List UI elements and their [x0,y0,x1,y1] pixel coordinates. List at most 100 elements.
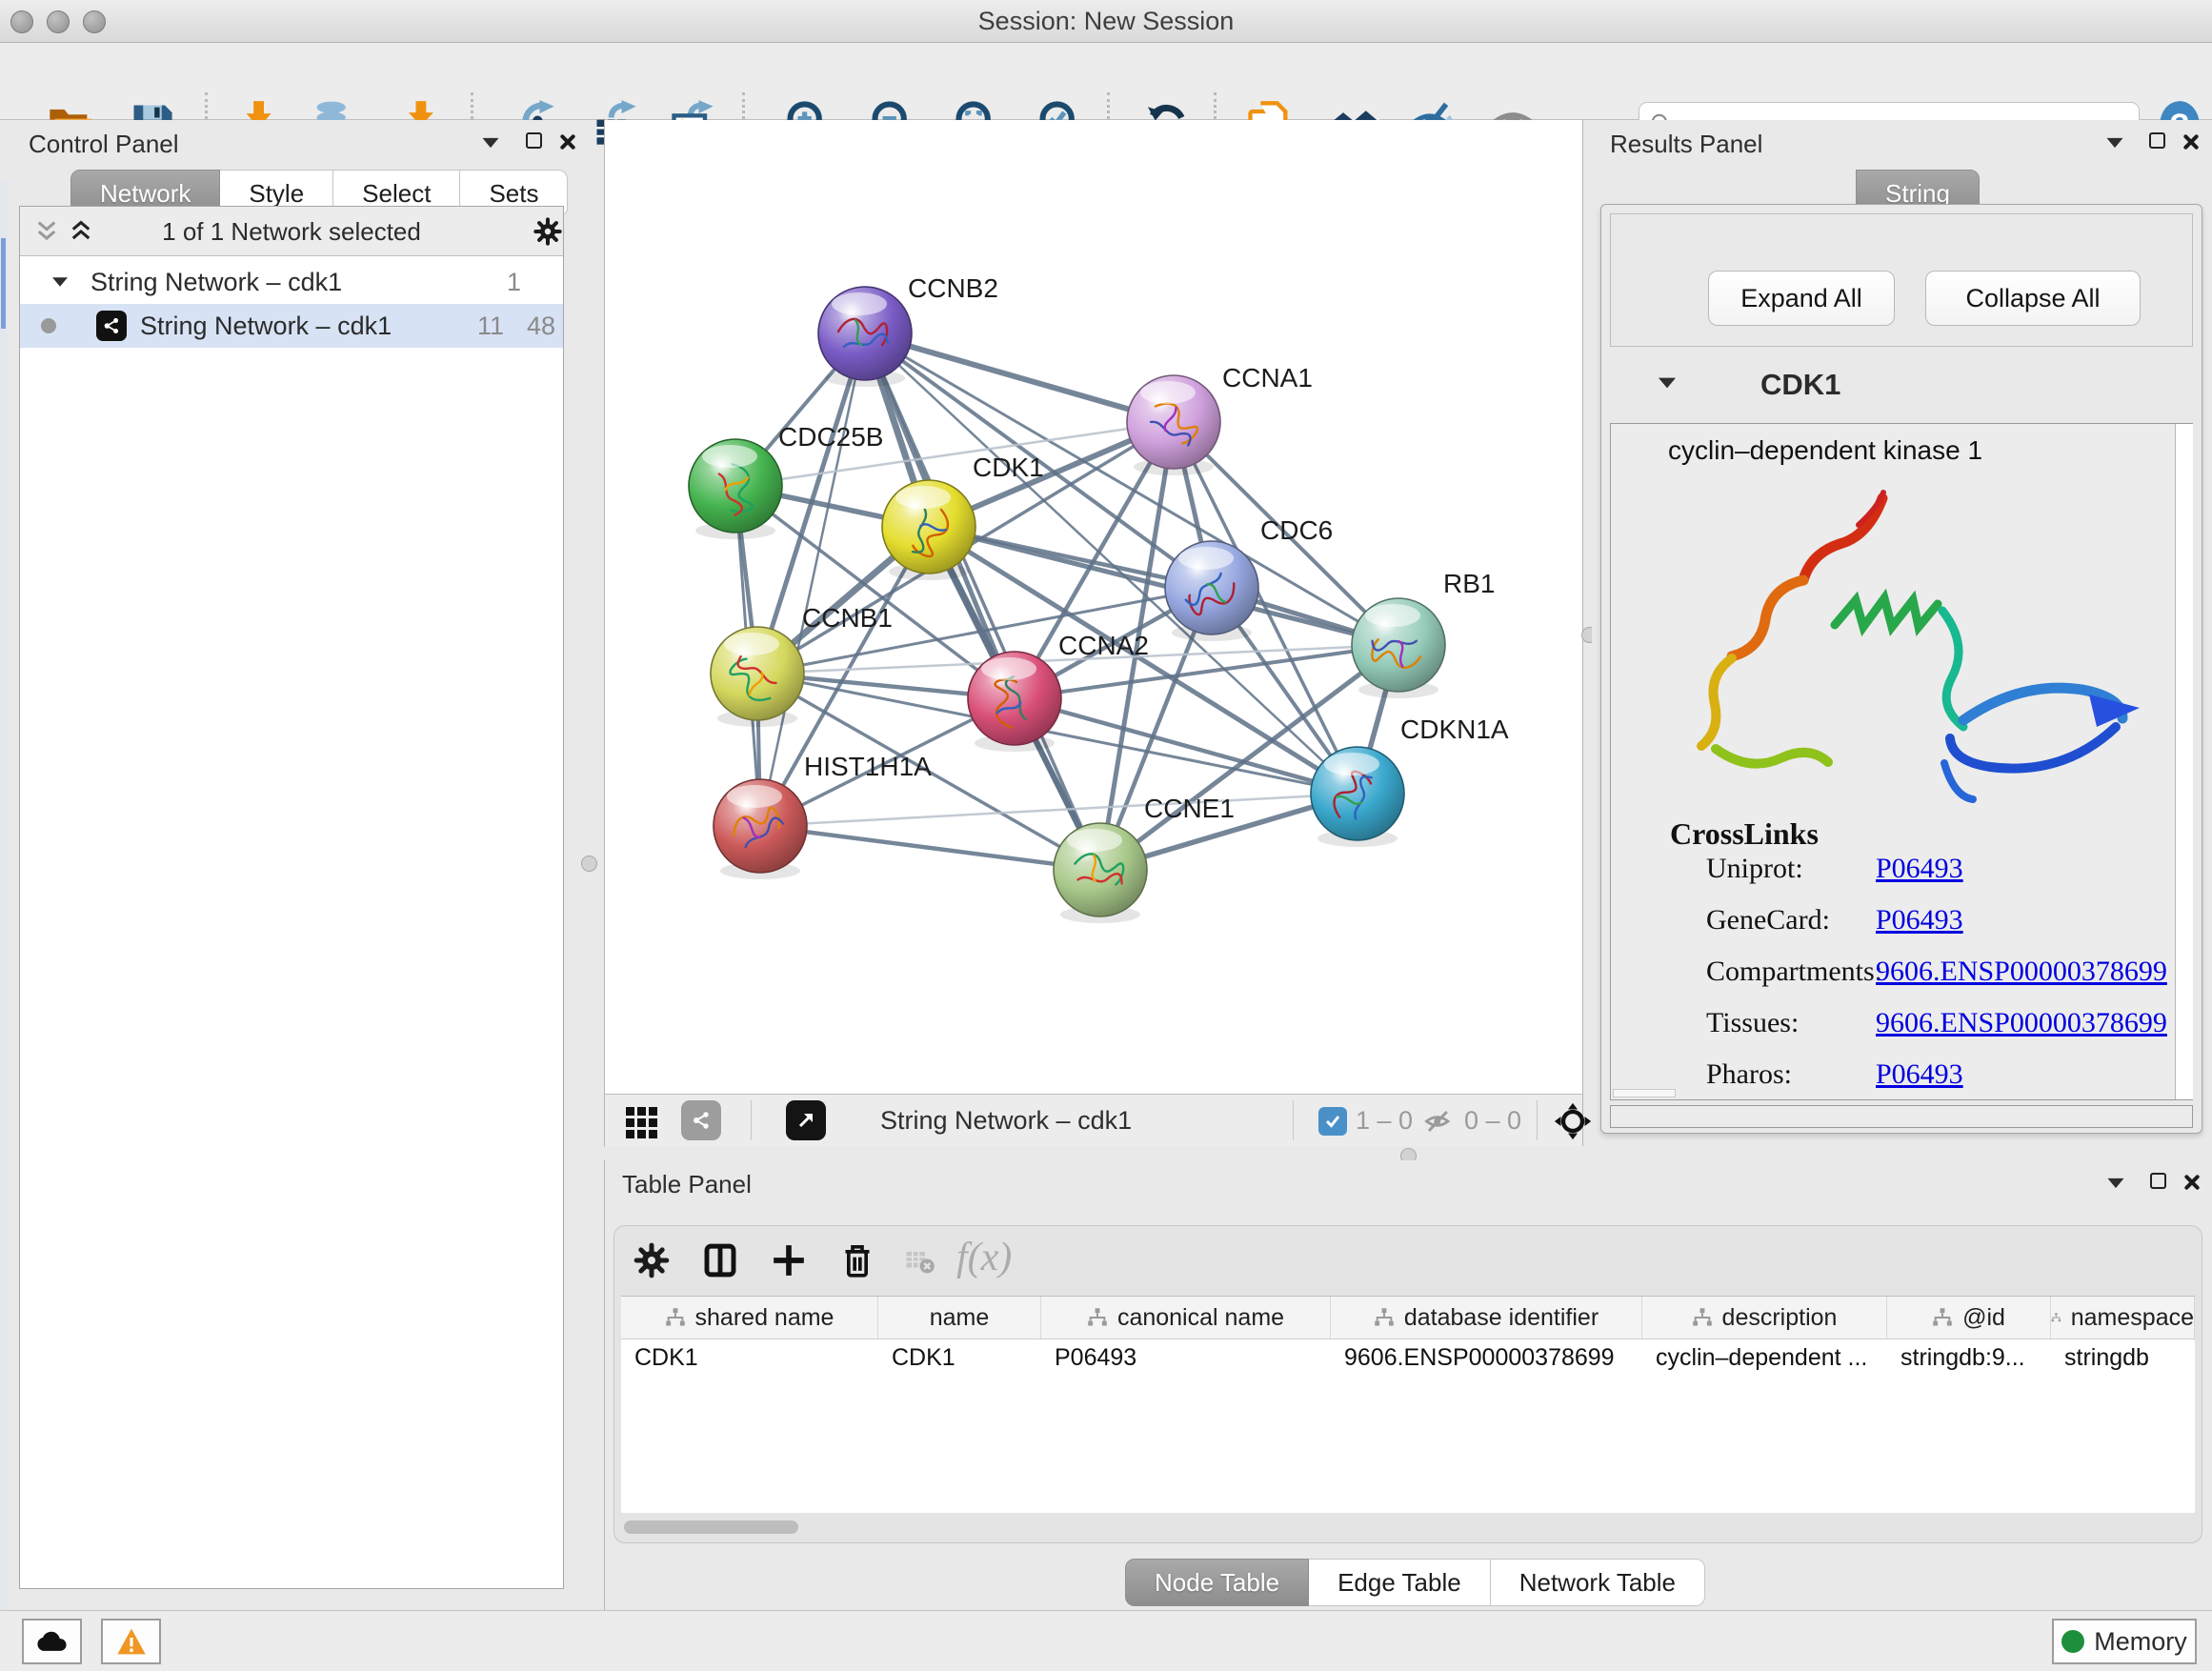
hidden-count: 0 – 0 [1464,1106,1521,1136]
crosslink-link[interactable]: P06493 [1876,853,1963,885]
node-HIST1H1A[interactable] [714,779,807,873]
table-panel-title: Table Panel [622,1170,752,1199]
delete-column-icon[interactable] [834,1237,881,1284]
crosslink-row: GeneCard:P06493 [1611,904,2194,944]
node-CDK1[interactable] [882,480,975,574]
memory-label: Memory [2094,1627,2187,1657]
results-panel-float-icon[interactable] [2107,138,2123,148]
node-CCNE1[interactable] [1054,823,1147,916]
separator [751,1100,752,1140]
table-panel-float-icon[interactable] [2108,1178,2124,1188]
hidden-eye-slash-icon[interactable] [1422,1107,1455,1140]
show-columns-icon[interactable] [696,1237,744,1284]
warnings-button[interactable] [101,1619,161,1664]
gear-icon[interactable] [533,216,563,247]
selected-checkbox[interactable] [1318,1107,1347,1136]
node-RB1[interactable] [1352,598,1445,692]
table-cell[interactable]: CDK1 [878,1339,1041,1376]
table-cell[interactable]: P06493 [1041,1339,1331,1376]
table-data-row[interactable]: CDK1CDK1P064939606.ENSP00000378699cyclin… [621,1339,2195,1376]
gene-expander-icon[interactable] [1659,378,1676,389]
grid-view-icon[interactable] [626,1107,657,1138]
crosslinks-title: CrossLinks [1670,816,1819,852]
crosslink-link[interactable]: P06493 [1876,904,1963,936]
window-status-bar: Memory [0,1610,2212,1671]
collapse-all-button[interactable]: Collapse All [1925,271,2141,326]
node-label-CCNE1: CCNE1 [1144,794,1235,823]
protein-structure-image [1659,477,2163,820]
node-CDC25B[interactable] [689,439,782,533]
window-title: Session: New Session [0,7,2212,36]
column-header-canonical-name[interactable]: canonical name [1041,1297,1331,1339]
control-panel: Control Panel NetworkStyleSelectSets 1 o… [8,120,572,1610]
results-panel-close-icon[interactable] [2182,133,2199,151]
column-header-name[interactable]: name [878,1297,1041,1339]
birds-eye-crosshair-icon[interactable] [1554,1102,1592,1145]
minimized-panel-strip [0,181,8,1610]
column-header-database-identifier[interactable]: database identifier [1331,1297,1642,1339]
node-label-RB1: RB1 [1443,569,1495,598]
control-panel-maximize-icon[interactable] [526,132,542,149]
table-cell[interactable]: CDK1 [621,1339,878,1376]
node-CCNB1[interactable] [711,627,804,720]
tab-network-table[interactable]: Network Table [1491,1559,1705,1606]
memory-button[interactable]: Memory [2052,1619,2197,1664]
tab-node-table[interactable]: Node Table [1125,1559,1309,1606]
node-label-CCNB1: CCNB1 [802,603,893,633]
add-column-icon[interactable] [765,1237,813,1284]
collection-label: String Network – cdk1 [90,268,342,297]
tab-edge-table[interactable]: Edge Table [1309,1559,1491,1606]
scroll-thumb[interactable] [624,1520,798,1534]
gene-section-header[interactable]: CDK1 [1610,354,2193,419]
open-in-window-icon[interactable] [786,1100,826,1140]
edge-CCNB2-CCNE1[interactable] [865,333,1100,870]
node-label-CCNB2: CCNB2 [908,273,998,303]
column-header-label: namespace [2071,1304,2194,1332]
crosslinks-list: Uniprot:P06493GeneCard:P06493Compartment… [1611,853,2194,1091]
column-header-namespace[interactable]: namespace [2051,1297,2195,1339]
edge-HIST1H1A-CCNE1[interactable] [760,826,1100,870]
crosslink-link[interactable]: 9606.ENSP00000378699 [1876,1007,2167,1039]
collection-expander-icon[interactable] [52,277,68,287]
cloud-button[interactable] [22,1619,82,1664]
node-label-HIST1H1A: HIST1H1A [804,752,932,781]
crosslink-row: Tissues: 9606.ENSP00000378699 [1611,1007,2194,1047]
node-CCNA1[interactable] [1127,375,1220,469]
node-CCNB2[interactable] [818,287,912,380]
results-vertical-scrollbar[interactable] [2175,424,2193,1099]
network-collection-row[interactable]: String Network – cdk1 1 [20,260,563,304]
control-panel-close-icon[interactable] [558,133,575,151]
network-share-icon[interactable] [681,1100,721,1140]
results-horizontal-scroll-thumb[interactable] [1613,1089,1676,1097]
table-cell[interactable]: stringdb:9... [1887,1339,2051,1376]
node-CCNA2[interactable] [968,652,1061,745]
table-horizontal-scrollbar[interactable] [621,1517,2195,1538]
table-gear-icon[interactable] [628,1237,675,1284]
crosslink-row: Uniprot: P06493 [1611,853,2194,893]
network-edge-count: 48 [517,312,555,341]
crosslink-label: Tissues: [1706,1007,1799,1039]
column-header-shared-name[interactable]: shared name [621,1297,878,1339]
table-cell[interactable]: 9606.ENSP00000378699 [1331,1339,1642,1376]
crosslink-label: Uniprot: [1706,853,1803,885]
network-row[interactable]: String Network – cdk1 11 48 [20,304,563,348]
table-cell[interactable]: cyclin–dependent ... [1642,1339,1887,1376]
node-CDC6[interactable] [1165,541,1258,634]
node-CDKN1A[interactable] [1311,747,1404,840]
left-splitter-handle[interactable] [581,856,597,872]
column-header-description[interactable]: description [1642,1297,1887,1339]
table-panel-close-icon[interactable] [2182,1174,2200,1191]
results-panel-maximize-icon[interactable] [2149,132,2165,149]
crosslink-link[interactable]: P06493 [1876,1058,1963,1091]
network-node-count: 11 [466,312,504,341]
results-empty-strip [1610,1105,2193,1128]
expand-all-button[interactable]: Expand All [1708,271,1895,326]
gene-details-box: cyclin–dependent kinase 1 CrossLinks Uni… [1610,423,2193,1100]
control-panel-float-icon[interactable] [483,138,499,148]
crosslink-link[interactable]: 9606.ENSP00000378699 [1876,956,2167,988]
cloud-icon [36,1629,69,1654]
table-panel-maximize-icon[interactable] [2150,1173,2166,1189]
network-canvas[interactable]: CCNB2CCNA1CDC25BCDK1CDC6RB1CCNB1CCNA2CDK… [604,120,1583,1094]
column-header-id[interactable]: @id [1887,1297,2051,1339]
table-cell[interactable]: stringdb [2051,1339,2195,1376]
